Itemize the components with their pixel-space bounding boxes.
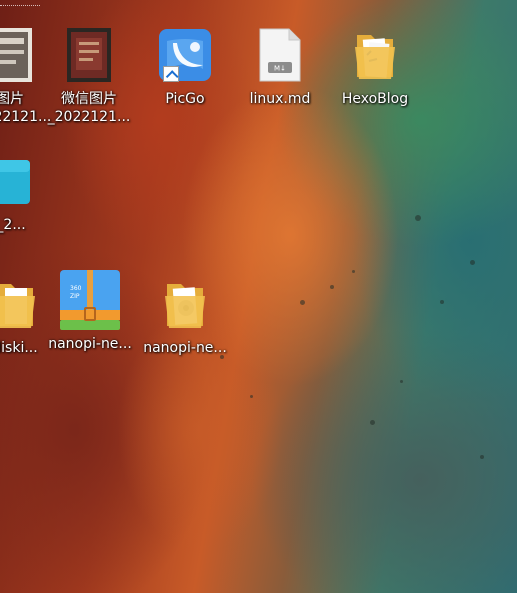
icon-label: 微信图片 _2022121... (47, 91, 131, 125)
desktop-icon-nanopi-zip[interactable]: 360 ZIP nanopi-ne... (42, 270, 138, 353)
desktop-icon-nanopi-folder[interactable]: nanopi-ne... (137, 275, 233, 357)
svg-text:360: 360 (70, 285, 82, 292)
app-icon (0, 152, 36, 210)
icon-label: diski... (0, 340, 38, 356)
texture-speck (470, 260, 475, 265)
icon-label: nanopi-ne... (143, 340, 227, 356)
desktop-icon-hexoblog[interactable]: HexoBlog (327, 26, 423, 108)
texture-speck (480, 455, 484, 459)
icon-label: linux.md (249, 91, 311, 107)
icon-label: HexoBlog (341, 91, 409, 107)
texture-speck (415, 215, 421, 221)
shortcut-arrow-icon (163, 66, 179, 82)
markdown-file-icon: M↓ (248, 26, 312, 84)
texture-speck (352, 270, 355, 273)
svg-text:M↓: M↓ (274, 65, 286, 73)
icon-label: nanopi-ne... (48, 336, 132, 352)
folder-icon (343, 26, 407, 84)
desktop-icon-wechat-image[interactable]: 微信图片 _2022121... (41, 26, 137, 126)
texture-speck (440, 300, 444, 304)
image-thumbnail-icon (57, 26, 121, 84)
folder-icon (0, 275, 47, 333)
zip-archive-icon: 360 ZIP (58, 270, 122, 330)
texture-speck (300, 300, 305, 305)
picgo-app-icon (153, 26, 217, 84)
texture-speck (330, 285, 334, 289)
texture-speck (400, 380, 403, 383)
svg-text:ZIP: ZIP (70, 293, 80, 300)
desktop-background[interactable]: 图片 _2022121... 微信图片 _2022121... (0, 0, 517, 593)
icon-label: PicGo (165, 91, 205, 107)
image-thumbnail-icon (0, 26, 42, 84)
desktop-icon-linux-md[interactable]: M↓ linux.md (232, 26, 328, 108)
desktop-icon-picgo[interactable]: PicGo (137, 26, 233, 108)
desktop-icon-partial-app[interactable]: te_2... (0, 152, 52, 234)
texture-speck (250, 395, 253, 398)
selection-edge (0, 0, 40, 6)
texture-speck (370, 420, 375, 425)
folder-icon (153, 275, 217, 333)
icon-label: te_2... (0, 217, 26, 233)
